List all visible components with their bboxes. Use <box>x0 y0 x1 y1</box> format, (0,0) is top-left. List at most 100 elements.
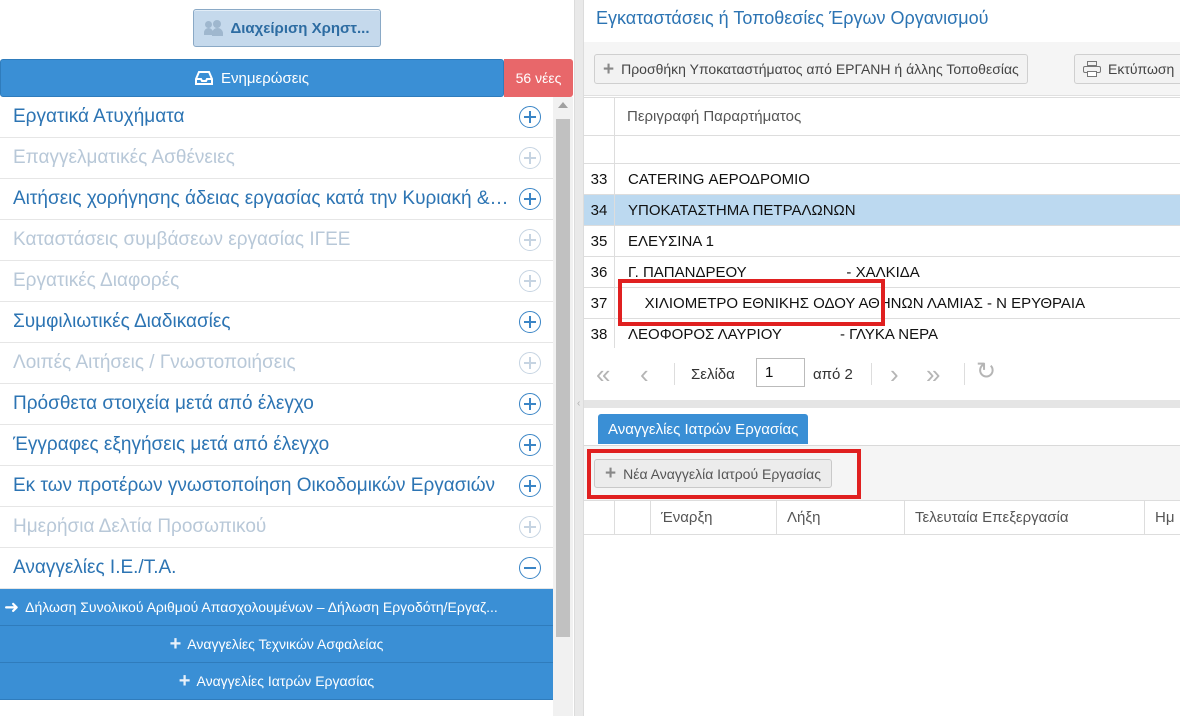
branches-grid: Περιγραφή Παραρτήματος 33 CATERING ΑΕΡΟΔΡ… <box>584 97 1180 350</box>
highlight-box <box>618 279 885 326</box>
sidebar-item-label: Συμφιλιωτικές Διαδικασίες <box>13 311 231 332</box>
plus-icon: + <box>603 58 615 80</box>
next-page-icon[interactable]: › <box>890 361 899 387</box>
inbox-icon <box>195 71 214 85</box>
sidebar-item-label: Καταστάσεις συμβάσεων εργασίας ΙΓΕΕ <box>13 229 351 250</box>
expand-plus-icon <box>519 352 541 374</box>
page-label: Σελίδα <box>691 366 735 383</box>
updates-button[interactable]: Ενημερώσεις <box>0 59 504 97</box>
page-number-input[interactable] <box>756 358 805 387</box>
sidebar-item-label: Εκ των προτέρων γνωστοποίηση Οικοδομικών… <box>13 475 496 496</box>
row-number: 35 <box>584 226 615 256</box>
column-header-end[interactable]: Λήξη <box>777 501 905 534</box>
sidebar-item[interactable]: Εργατικά Ατυχήματα <box>0 97 553 138</box>
arrow-right-icon: ➜ <box>4 596 20 617</box>
plus-icon: + <box>178 669 191 692</box>
expand-plus-icon[interactable] <box>519 393 541 415</box>
row-number: 33 <box>584 164 615 194</box>
sidebar-item-label: Επαγγελματικές Ασθένειες <box>13 147 235 168</box>
sidebar-item[interactable]: Πρόσθετα στοιχεία μετά από έλεγχο <box>0 384 553 425</box>
last-page-icon[interactable]: » <box>926 361 940 387</box>
row-number: 36 <box>584 257 615 287</box>
submenu-item-label: Δήλωση Συνολικού Αριθμού Απασχολουμένων … <box>25 599 498 615</box>
add-branch-label: Προσθήκη Υποκαταστήματος από ΕΡΓΑΝΗ ή άλ… <box>621 61 1019 77</box>
submenu-item[interactable]: + Αναγγελίες Ιατρών Εργασίας <box>0 663 553 700</box>
doctor-notices-grid-header: Έναρξη Λήξη Τελευταία Επεξεργασία Ημ <box>584 500 1180 535</box>
collapse-minus-icon[interactable] <box>519 557 541 579</box>
column-header-start[interactable]: Έναρξη <box>651 501 777 534</box>
column-header-date[interactable]: Ημ <box>1145 501 1180 534</box>
scroll-up-icon[interactable] <box>558 102 568 108</box>
submenu-item[interactable]: + Αναγγελίες Τεχνικών Ασφαλείας <box>0 626 553 663</box>
refresh-icon[interactable]: ↻ <box>976 360 996 384</box>
expand-plus-icon[interactable] <box>519 475 541 497</box>
sidebar-item[interactable]: Εκ των προτέρων γνωστοποίηση Οικοδομικών… <box>0 466 553 507</box>
pager-separator <box>964 363 965 385</box>
row-number: 38 <box>584 319 615 349</box>
doctor-notices-section: Αναγγελίες Ιατρών Εργασίας + Νέα Αναγγελ… <box>584 408 1180 716</box>
submenu-item-label: Αναγγελίες Ιατρών Εργασίας <box>196 673 375 689</box>
sidebar-item-label: Αιτήσεις χορήγησης άδειας εργασίας κατά … <box>13 188 509 209</box>
add-branch-button[interactable]: + Προσθήκη Υποκαταστήματος από ΕΡΓΑΝΗ ή … <box>594 54 1028 84</box>
sidebar-menu: Εργατικά Ατυχήματα Επαγγελματικές Ασθένει… <box>0 97 553 700</box>
pager-separator <box>674 363 675 385</box>
collapse-arrow-icon[interactable]: ‹ <box>577 398 580 409</box>
sidebar-item-label: Αναγγελίες Ι.Ε./Τ.Α. <box>13 557 177 578</box>
sidebar-item-label: Πρόσθετα στοιχεία μετά από έλεγχο <box>13 393 314 414</box>
row-number-header <box>584 501 615 534</box>
submenu-item[interactable]: ➜ Δήλωση Συνολικού Αριθμού Απασχολουμένων… <box>0 589 553 626</box>
print-button[interactable]: Εκτύπωση <box>1074 54 1180 84</box>
expand-plus-icon[interactable] <box>519 311 541 333</box>
sidebar-item: Εργατικές Διαφορές <box>0 261 553 302</box>
sidebar-item: Επαγγελματικές Ασθένειες <box>0 138 553 179</box>
sidebar-item[interactable]: Συμφιλιωτικές Διαδικασίες <box>0 302 553 343</box>
expand-plus-icon <box>519 147 541 169</box>
scrollbar-thumb[interactable] <box>556 119 570 637</box>
expand-plus-icon[interactable] <box>519 106 541 128</box>
panel-splitter[interactable]: ‹ <box>574 0 584 716</box>
prev-page-icon[interactable]: ‹ <box>640 361 649 387</box>
users-icon <box>204 20 224 36</box>
sidebar-item: Καταστάσεις συμβάσεων εργασίας ΙΓΕΕ <box>0 220 553 261</box>
expand-plus-icon <box>519 229 541 251</box>
row-description: ΥΠΟΚΑΤΑΣΤΗΜΑ ΠΕΤΡΑΛΩΝΩΝ <box>628 201 856 219</box>
column-header-last-edit[interactable]: Τελευταία Επεξεργασία <box>905 501 1145 534</box>
row-number: 37 <box>584 288 615 318</box>
printer-icon <box>1083 61 1101 77</box>
branches-toolbar: + Προσθήκη Υποκαταστήματος από ΕΡΓΑΝΗ ή … <box>584 42 1180 96</box>
table-row[interactable]: 34 ΥΠΟΚΑΤΑΣΤΗΜΑ ΠΕΤΡΑΛΩΝΩΝ <box>584 195 1180 226</box>
sidebar-scrollbar[interactable] <box>553 97 573 716</box>
table-row[interactable]: 33 CATERING ΑΕΡΟΔΡΟΜΙΟ <box>584 164 1180 195</box>
plus-icon: + <box>169 632 182 655</box>
expand-plus-icon[interactable] <box>519 188 541 210</box>
print-label: Εκτύπωση <box>1108 61 1175 77</box>
page-total-label: από 2 <box>813 366 853 383</box>
new-updates-badge[interactable]: 56 νέες <box>504 59 573 97</box>
sidebar-item[interactable]: Αιτήσεις χορήγησης άδειας εργασίας κατά … <box>0 179 553 220</box>
expand-plus-icon <box>519 516 541 538</box>
sidebar-item-label: Ημερήσια Δελτία Προσωπικού <box>13 516 267 537</box>
row-description: ΕΛΕΥΣΙΝΑ 1 <box>628 232 714 250</box>
expand-plus-icon[interactable] <box>519 434 541 456</box>
table-row[interactable]: 35 ΕΛΕΥΣΙΝΑ 1 <box>584 226 1180 257</box>
select-header <box>615 501 651 534</box>
sidebar-item[interactable]: Αναγγελίες Ι.Ε./Τ.Α. <box>0 548 553 589</box>
grid-filter-row[interactable] <box>584 136 1180 164</box>
pager-separator <box>871 363 872 385</box>
sidebar-item-label: Εργατικές Διαφορές <box>13 270 180 291</box>
row-number-header <box>584 98 615 135</box>
page-title: Εγκαταστάσεις ή Τοποθεσίες Έργων Οργανισ… <box>596 8 989 28</box>
tab-doctor-notices[interactable]: Αναγγελίες Ιατρών Εργασίας <box>598 414 809 444</box>
row-description: CATERING ΑΕΡΟΔΡΟΜΙΟ <box>628 170 810 188</box>
grid-pager: « ‹ Σελίδα από 2 › » ↻ <box>584 348 1180 400</box>
highlight-box <box>587 449 861 499</box>
app-window: Διαχείριση Χρηστ... Ενημερώσεις 56 νέες … <box>0 0 1180 716</box>
row-number: 34 <box>584 195 615 225</box>
column-header-description[interactable]: Περιγραφή Παραρτήματος <box>627 108 801 125</box>
right-panel: Εγκαταστάσεις ή Τοποθεσίες Έργων Οργανισ… <box>584 0 1180 716</box>
user-management-button[interactable]: Διαχείριση Χρηστ... <box>193 9 381 47</box>
first-page-icon[interactable]: « <box>596 361 610 387</box>
updates-label: Ενημερώσεις <box>221 69 309 87</box>
sidebar-item[interactable]: Έγγραφες εξηγήσεις μετά από έλεγχο <box>0 425 553 466</box>
left-panel: Διαχείριση Χρηστ... Ενημερώσεις 56 νέες … <box>0 0 574 716</box>
